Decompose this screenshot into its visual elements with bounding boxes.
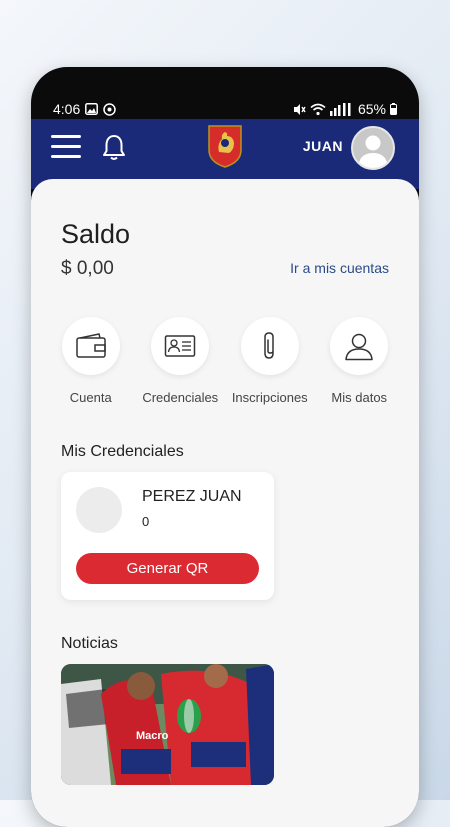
action-circle [240, 317, 299, 375]
quick-actions: Cuenta Credenciales Inscripciones Mis da… [46, 317, 404, 405]
credential-number: 0 [142, 514, 150, 529]
status-right: 65% [293, 101, 397, 117]
action-label: Cuenta [69, 390, 112, 405]
battery-percentage: 65% [357, 101, 386, 117]
main-content: Saldo $ 0,00 Ir a mis cuentas Cuenta Cre… [31, 179, 419, 827]
balance-amount: $ 0,00 [61, 258, 114, 279]
action-label: Inscripciones [231, 390, 308, 405]
news-image[interactable]: Macro [61, 664, 274, 785]
bell-icon[interactable] [101, 133, 127, 161]
news-section-title: Noticias [61, 635, 118, 652]
action-circle [330, 317, 389, 375]
action-inscripciones[interactable]: Inscripciones [225, 317, 315, 405]
rugby-photo: Macro [61, 664, 274, 785]
action-circle [151, 317, 210, 375]
user-avatar-icon [358, 135, 388, 168]
action-mis-datos[interactable]: Mis datos [315, 317, 405, 405]
accounts-link[interactable]: Ir a mis cuentas [290, 260, 389, 276]
menu-icon[interactable] [51, 135, 81, 159]
mute-icon [293, 103, 306, 115]
status-bar: 4:06 65% [31, 67, 419, 119]
generate-qr-button[interactable]: Generar QR [76, 553, 259, 584]
gallery-icon [85, 103, 99, 115]
credential-name: PEREZ JUAN [142, 488, 242, 505]
notification-app-icon [103, 102, 116, 116]
club-crest [208, 125, 242, 168]
wallet-icon [76, 333, 106, 358]
user-icon [345, 333, 373, 361]
action-label: Mis datos [331, 390, 388, 405]
news-image-text: Macro [136, 730, 169, 742]
phone-frame: 4:06 65% JUAN Saldo $ 0,00 Ir a mis cuen… [31, 67, 419, 827]
credential-card[interactable]: PEREZ JUAN 0 Generar QR [61, 472, 274, 600]
action-circle [61, 317, 120, 375]
id-card-icon [165, 335, 196, 357]
paperclip-icon [264, 332, 274, 359]
action-label: Credenciales [142, 390, 219, 405]
wifi-icon [310, 103, 326, 115]
avatar[interactable] [351, 126, 395, 170]
action-credenciales[interactable]: Credenciales [136, 317, 226, 405]
credentials-section-title: Mis Credenciales [61, 443, 184, 460]
status-time: 4:06 [53, 101, 81, 117]
credential-photo [76, 487, 122, 533]
action-cuenta[interactable]: Cuenta [46, 317, 136, 405]
user-name: JUAN [302, 138, 343, 154]
lte-signal-icon [329, 102, 351, 116]
status-left: 4:06 [53, 101, 116, 117]
battery-icon [390, 103, 397, 115]
balance-title: Saldo [61, 219, 131, 249]
